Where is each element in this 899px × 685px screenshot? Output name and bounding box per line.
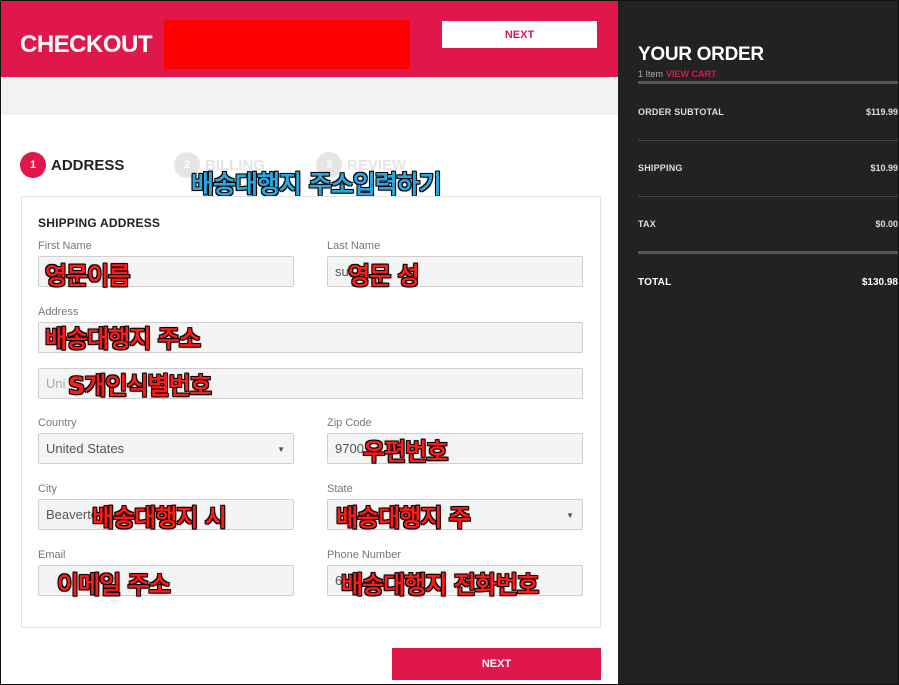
city-value: Beaverto [46, 507, 99, 522]
phone-label: Phone Number [327, 549, 401, 561]
item-count-text: 1 Item [638, 69, 664, 79]
subtotal-label: ORDER SUBTOTAL [638, 107, 724, 117]
page-title: CHECKOUT [20, 31, 153, 58]
shipping-value: $10.99 [870, 163, 898, 173]
checkout-header: CHECKOUT NEXT [1, 1, 618, 77]
city-label: City [38, 483, 57, 495]
shipping-section-title: SHIPPING ADDRESS [38, 216, 161, 230]
country-select[interactable]: United States ▼ [38, 433, 294, 464]
step-address[interactable]: 1 ADDRESS [20, 151, 124, 179]
divider [638, 140, 898, 141]
subtotal-value: $119.99 [865, 107, 898, 117]
shipping-label: SHIPPING [638, 163, 683, 173]
last-name-label: Last Name [327, 240, 381, 252]
order-summary-title: YOUR ORDER [638, 44, 764, 65]
last-name-value: su [335, 264, 349, 279]
country-value: United States [46, 441, 125, 456]
item-count: 1 Item VIEW CART [638, 69, 717, 79]
next-button-bottom[interactable]: NEXT [392, 648, 601, 680]
annotation-email: 이메일 주소 [57, 571, 171, 599]
zip-value: 9700 [335, 441, 364, 456]
zip-label: Zip Code [327, 417, 372, 429]
divider [638, 251, 898, 254]
annotation-last-name: 영문 성 [348, 262, 420, 290]
divider [638, 196, 898, 197]
first-name-label: First Name [38, 240, 92, 252]
order-summary-panel: YOUR ORDER 1 Item VIEW CART ORDER SUBTOTA… [618, 1, 898, 684]
step-label: ADDRESS [51, 156, 125, 174]
annotation-state: 배송대행지 주 [336, 504, 471, 532]
step-number: 1 [20, 152, 46, 178]
total-label: TOTAL [638, 277, 672, 288]
address-label: Address [38, 306, 79, 318]
divider [638, 81, 898, 84]
annotation-city: 배송대행지 시 [92, 504, 227, 532]
annotation-first-name: 영문이름 [45, 262, 130, 290]
annotation-address: 배송대행지 주소 [45, 325, 201, 353]
tax-value: $0.00 [875, 219, 898, 229]
email-label: Email [38, 549, 66, 561]
chevron-down-icon: ▼ [566, 511, 574, 520]
annotation-address-line2: S개인식별번호 [68, 372, 212, 400]
view-cart-link[interactable]: VIEW CART [666, 69, 717, 79]
header-band [1, 77, 618, 115]
country-label: Country [38, 417, 77, 429]
address-line2-value: Uni [46, 376, 66, 391]
tax-label: TAX [638, 219, 656, 229]
redaction-box [164, 20, 410, 69]
annotation-phone: 배송대행지 전화번호 [341, 571, 539, 599]
checkout-main-panel: CHECKOUT NEXT 1 ADDRESS 2 BILLING 3 REVI… [1, 1, 618, 684]
chevron-down-icon: ▼ [277, 445, 285, 454]
total-value: $130.98 [861, 277, 898, 288]
next-button-top[interactable]: NEXT [442, 21, 597, 48]
state-label: State [327, 483, 353, 495]
annotation-zip: 우편번호 [363, 438, 448, 466]
checkout-page: CHECKOUT NEXT 1 ADDRESS 2 BILLING 3 REVI… [0, 0, 899, 685]
